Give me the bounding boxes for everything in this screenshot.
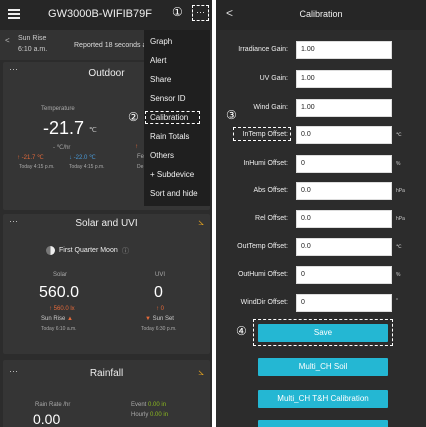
menu-item-graph[interactable]: Graph: [150, 37, 172, 46]
inhumi-offset-input[interactable]: 0: [296, 155, 392, 173]
device-title: GW3000B-WIFIB79F: [48, 8, 152, 20]
menu-item-alert[interactable]: Alert: [150, 56, 166, 65]
inhumi-offset-label: InHumi Offset:: [243, 160, 288, 167]
intemp-offset-unit: ℃: [396, 132, 402, 138]
temperature-unit: ℃: [89, 127, 97, 134]
rainfall-card[interactable]: ··· Rainfall ⦣ Rain Rate /hr Event 0.00 …: [3, 360, 210, 427]
sunrise-text: Sun Rise: [41, 316, 66, 322]
intemp-offset-highlight: [233, 127, 291, 141]
chevron-left-icon[interactable]: <: [5, 36, 10, 45]
uvi-label: UVI: [155, 272, 166, 278]
menu-item-others[interactable]: Others: [150, 151, 174, 160]
moon-phase-icon: [46, 246, 55, 255]
rel-offset-unit: hPa: [396, 216, 405, 222]
temperature-value: -21.7: [43, 118, 85, 138]
temperature-min-time: Today 4:15 p.m.: [69, 164, 105, 170]
chart-icon[interactable]: ⦣: [198, 217, 204, 228]
reported-status: Reported 18 seconds ag: [74, 42, 151, 49]
winddir-offset-input[interactable]: 0: [296, 294, 392, 312]
sunrise-time: Today 6:10 a.m.: [41, 326, 77, 332]
calibration-highlight: [145, 111, 200, 124]
outtemp-offset-label: OutTemp Offset:: [237, 243, 288, 250]
outhumi-offset-unit: %: [396, 272, 401, 278]
hamburger-menu-icon[interactable]: [8, 9, 20, 19]
sunset-time: Today 6:30 p.m.: [141, 326, 177, 332]
info-icon[interactable]: ⓘ: [122, 246, 129, 256]
solar-value: 560.0: [39, 284, 80, 301]
calibration-screen: < Calibration Irradiance Gain: 1.00 UV G…: [216, 0, 426, 427]
dew-point-label: De: [137, 164, 144, 170]
sunrise-icon: ▲: [67, 316, 73, 322]
rel-offset-input[interactable]: 0.0: [296, 210, 392, 228]
sunset-icon: ▼: [145, 316, 151, 322]
menu-item-sort-and-hide[interactable]: Sort and hide: [150, 189, 198, 198]
sunrise-label: Sun Rise ▲: [41, 316, 73, 322]
outhumi-offset-input[interactable]: 0: [296, 266, 392, 284]
solar-uvi-title: Solar and UVI: [75, 218, 138, 229]
rain-hourly-value: 0.00 in: [150, 412, 169, 418]
next-button-partial[interactable]: [258, 420, 388, 427]
rain-event-value: 0.00 in: [148, 402, 167, 408]
irradiance-gain-input[interactable]: 1.00: [296, 41, 392, 59]
temperature-min: ↓ -22.0 ℃: [69, 155, 96, 161]
uv-gain-input[interactable]: 1.00: [296, 70, 392, 88]
sunset-text: Sun Set: [152, 316, 174, 322]
rain-event-label: Event: [131, 402, 147, 408]
multi-ch-th-calibration-button[interactable]: Multi_CH T&H Calibration: [258, 390, 388, 408]
moon-phase-label: First Quarter Moon: [59, 247, 118, 254]
device-screen: GW3000B-WIFIB79F ① ··· < Sun Rise 6:10 a…: [0, 0, 212, 427]
solar-label: Solar: [53, 272, 68, 278]
sunrise-time: 6:10 a.m.: [18, 46, 48, 53]
temperature-rate: - ℃/hr: [53, 145, 71, 151]
menu-item-sensor-id[interactable]: Sensor ID: [150, 94, 186, 103]
intemp-offset-input[interactable]: 0.0: [296, 126, 392, 144]
rain-hourly: Hourly 0.00 in: [131, 412, 168, 418]
top-bar: < Calibration: [216, 0, 426, 30]
solar-uvi-card[interactable]: ··· Solar and UVI ⦣ First Quarter Moon ⓘ…: [3, 214, 210, 354]
menu-item-share[interactable]: Share: [150, 75, 171, 84]
temperature-max: ↑ -21.7 ℃: [17, 155, 44, 161]
abs-offset-input[interactable]: 0.0: [296, 182, 392, 200]
outtemp-offset-input[interactable]: 0.0: [296, 238, 392, 256]
rain-event: Event 0.00 in: [131, 402, 166, 408]
annotation-marker-4: ④: [236, 324, 247, 338]
uvi-value: 0: [154, 284, 163, 301]
winddir-offset-label: WindDir Offset:: [240, 299, 288, 306]
winddir-offset-unit: °: [396, 298, 398, 304]
chart-icon[interactable]: ⦣: [198, 367, 204, 378]
temperature-max-time: Today 4:15 p.m.: [19, 164, 55, 170]
menu-item-rain-totals[interactable]: Rain Totals: [150, 132, 189, 141]
abs-offset-label: Abs Offset:: [253, 187, 289, 194]
multi-ch-soil-button[interactable]: Multi_CH Soil: [258, 358, 388, 376]
arrow-up-icon: ↑: [135, 144, 138, 150]
top-bar: GW3000B-WIFIB79F ① ···: [0, 0, 212, 30]
rain-hourly-label: Hourly: [131, 412, 149, 418]
uv-gain-label: UV Gain:: [259, 75, 288, 82]
sunrise-label: Sun Rise: [18, 35, 47, 42]
temperature-label: Temperature: [41, 106, 75, 112]
sunset-label: ▼ Sun Set: [145, 316, 174, 322]
solar-max: ↑ 560.0 lx: [49, 306, 75, 312]
outhumi-offset-label: OutHumi Offset:: [237, 271, 288, 278]
abs-offset-unit: hPa: [396, 188, 405, 194]
rel-offset-label: Rel Offset:: [255, 215, 288, 222]
save-highlight: [253, 319, 393, 346]
rainfall-title: Rainfall: [89, 368, 124, 379]
inhumi-offset-unit: %: [396, 161, 401, 167]
annotation-marker-3: ③: [226, 108, 237, 122]
rain-rate-value: 0.00: [33, 411, 61, 427]
uvi-max: ↑ 0: [156, 306, 165, 312]
feels-like-label: Fe: [137, 154, 145, 160]
page-title: Calibration: [299, 9, 343, 19]
menu-item-subdevice[interactable]: + Subdevice: [150, 170, 194, 179]
irradiance-gain-label: Irradiance Gain:: [238, 46, 288, 53]
wind-gain-input[interactable]: 1.00: [296, 99, 392, 117]
rain-rate-label: Rain Rate /hr: [35, 402, 71, 408]
annotation-marker-1: ①: [172, 5, 183, 19]
more-options-button[interactable]: ···: [192, 5, 209, 21]
annotation-marker-2: ②: [128, 110, 139, 124]
outtemp-offset-unit: ℃: [396, 244, 402, 250]
